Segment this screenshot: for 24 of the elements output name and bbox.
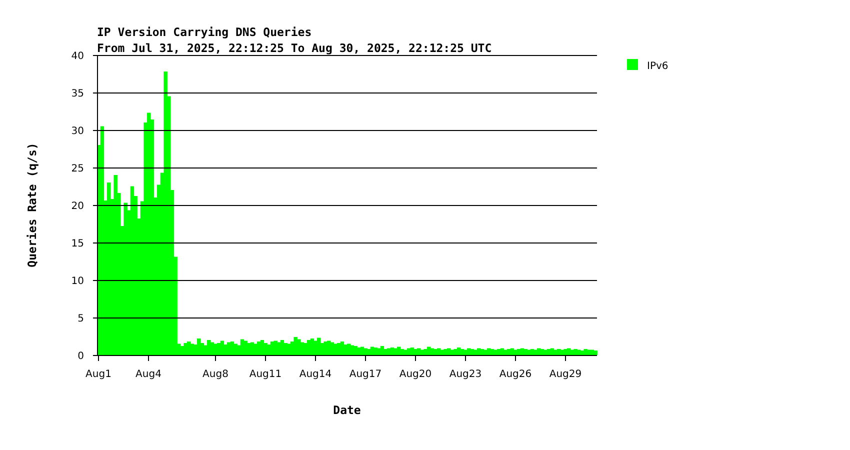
x-tick-label: Aug29: [549, 369, 582, 380]
chart-title: IP Version Carrying DNS Queries: [97, 25, 312, 39]
y-tick-label: 20: [71, 201, 84, 212]
y-tick-label: 10: [71, 276, 84, 287]
y-tick-label: 0: [78, 351, 84, 362]
x-tick-label: Aug23: [449, 369, 482, 380]
y-tick-label: 30: [71, 126, 84, 137]
x-tick-label: Aug20: [399, 369, 432, 380]
x-tick-label: Aug1: [86, 369, 112, 380]
y-axis-title: Queries Rate (q/s): [25, 142, 39, 268]
y-tick-label: 25: [71, 164, 84, 174]
chart-subtitle: From Jul 31, 2025, 22:12:25 To Aug 30, 2025, 22:12:25 UTC: [97, 41, 492, 55]
y-tick-label: 5: [78, 314, 84, 324]
x-tick-label: Aug26: [499, 369, 532, 380]
x-tick-label: Aug11: [249, 369, 282, 380]
x-tick-label: Aug14: [299, 369, 332, 380]
x-tick-label: Aug17: [349, 369, 382, 380]
y-tick-label: 40: [71, 51, 84, 62]
x-axis-title: Date: [333, 403, 361, 417]
y-tick-label: 15: [71, 238, 84, 250]
x-tick-label: Aug8: [202, 369, 228, 380]
legend-label: IPv6: [647, 61, 668, 72]
x-tick-label: Aug4: [136, 369, 162, 380]
y-tick-label: 35: [71, 88, 84, 100]
